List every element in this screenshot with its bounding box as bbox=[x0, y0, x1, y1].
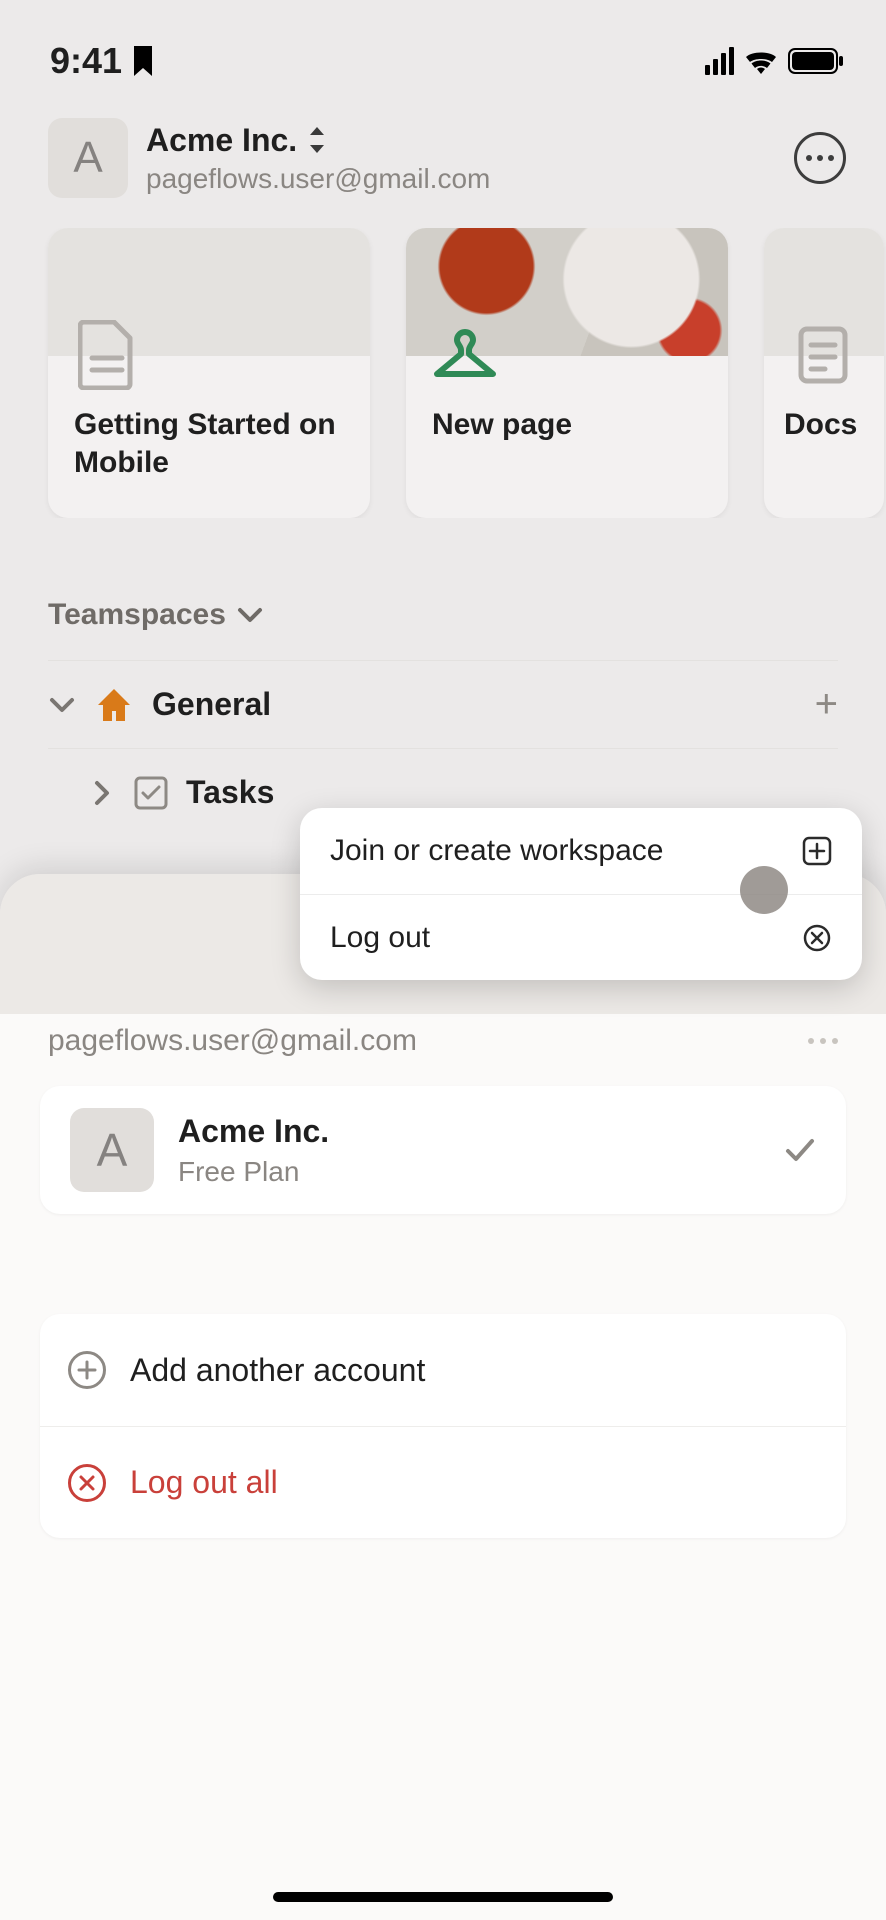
workspace-name: Acme Inc. bbox=[146, 122, 297, 159]
bookmark-icon bbox=[132, 46, 154, 76]
workspace-plan: Free Plan bbox=[178, 1156, 758, 1188]
action-label: Log out all bbox=[130, 1464, 278, 1501]
close-circle-icon bbox=[802, 923, 832, 953]
close-circle-icon bbox=[68, 1464, 106, 1502]
account-switcher-sheet: pageflows.user@gmail.com A Acme Inc. Fre… bbox=[0, 874, 886, 1920]
page-card[interactable]: Docs bbox=[764, 228, 884, 518]
workspace-name: Acme Inc. bbox=[178, 1113, 758, 1150]
status-time-group: 9:41 bbox=[50, 40, 154, 82]
status-time: 9:41 bbox=[50, 40, 122, 82]
account-more-button[interactable] bbox=[808, 1038, 838, 1044]
cellular-signal-icon bbox=[705, 47, 734, 75]
add-page-button[interactable]: + bbox=[815, 682, 838, 727]
teamspaces-toggle[interactable]: Teamspaces bbox=[0, 518, 886, 660]
chevron-down-icon bbox=[236, 601, 264, 629]
plus-circle-icon bbox=[68, 1351, 106, 1389]
status-icons bbox=[705, 47, 844, 75]
action-label: Add another account bbox=[130, 1352, 425, 1389]
avatar-letter: A bbox=[73, 133, 102, 183]
account-email: pageflows.user@gmail.com bbox=[48, 1024, 417, 1058]
workspace-header: A Acme Inc. pageflows.user@gmail.com bbox=[0, 90, 886, 228]
checkmark-icon bbox=[782, 1133, 816, 1167]
page-icon bbox=[72, 320, 142, 390]
add-account-button[interactable]: Add another account bbox=[40, 1314, 846, 1426]
avatar-letter: A bbox=[97, 1123, 128, 1177]
teamspace-item-general[interactable]: General + bbox=[48, 660, 838, 748]
workspace-switcher[interactable]: Acme Inc. pageflows.user@gmail.com bbox=[146, 122, 776, 195]
home-icon bbox=[94, 685, 134, 725]
account-actions: Add another account Log out all bbox=[40, 1314, 846, 1538]
status-bar: 9:41 bbox=[0, 0, 886, 90]
plus-square-icon bbox=[802, 836, 832, 866]
workspace-item[interactable]: A Acme Inc. Free Plan bbox=[40, 1086, 846, 1214]
chevron-down-icon bbox=[48, 691, 76, 719]
battery-icon bbox=[788, 48, 844, 74]
teamspace-label: General bbox=[152, 686, 271, 723]
menu-label: Join or create workspace bbox=[330, 834, 664, 868]
logout-all-button[interactable]: Log out all bbox=[40, 1426, 846, 1538]
page-label: Tasks bbox=[186, 774, 274, 811]
section-label: Teamspaces bbox=[48, 598, 226, 632]
workspace-avatar[interactable]: A bbox=[48, 118, 128, 198]
hanger-icon bbox=[430, 320, 500, 390]
recent-pages-row[interactable]: Getting Started on Mobile New page Docs bbox=[0, 228, 886, 518]
up-down-chevron-icon bbox=[307, 127, 327, 153]
page-card[interactable]: New page bbox=[406, 228, 728, 518]
page-card[interactable]: Getting Started on Mobile bbox=[48, 228, 370, 518]
home-indicator[interactable] bbox=[273, 1892, 613, 1902]
wifi-icon bbox=[744, 48, 778, 74]
menu-label: Log out bbox=[330, 921, 430, 955]
touch-indicator bbox=[740, 866, 788, 914]
more-button[interactable] bbox=[794, 132, 846, 184]
document-icon bbox=[788, 320, 858, 390]
chevron-right-icon bbox=[88, 779, 116, 807]
workspace-avatar: A bbox=[70, 1108, 154, 1192]
workspace-email: pageflows.user@gmail.com bbox=[146, 163, 776, 195]
checkbox-icon bbox=[134, 776, 168, 810]
